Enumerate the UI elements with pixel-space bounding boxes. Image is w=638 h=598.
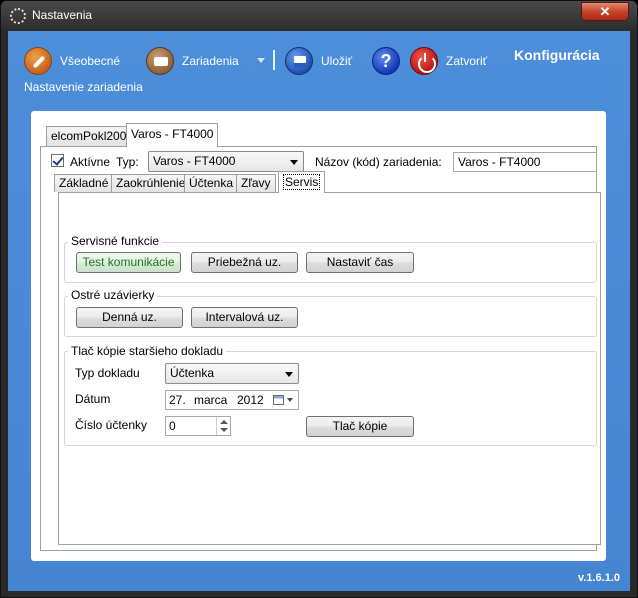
version-label: v.1.6.1.0	[578, 572, 620, 584]
copy-print-title: Tlač kópie staršieho dokladu	[68, 344, 227, 358]
general-button[interactable]: Všeobecné	[24, 45, 120, 77]
window-title: Nastavenia	[32, 8, 93, 22]
tab-service[interactable]: Servis	[278, 171, 326, 193]
doc-type-select-value: Účtenka	[170, 366, 215, 380]
device-name-label: Názov (kód) zariadenia:	[315, 155, 442, 169]
tab-device-elcompokl200[interactable]: elcomPokl200	[46, 126, 132, 146]
calendar-dropdown-icon[interactable]	[287, 398, 293, 402]
wrench-icon	[24, 47, 52, 75]
chevron-down-icon	[285, 372, 293, 377]
type-select[interactable]: Varos - FT4000	[148, 151, 304, 172]
type-select-value: Varos - FT4000	[153, 154, 236, 168]
doc-type-label: Typ dokladu	[75, 366, 140, 380]
running-report-button[interactable]: Priebežná uz.	[191, 252, 298, 273]
tab-rounding[interactable]: Zaokrúhlenie	[111, 174, 191, 192]
tab-receipt[interactable]: Účtenka	[184, 174, 239, 192]
closures-title: Ostré uzávierky	[68, 288, 158, 302]
app-icon	[10, 8, 26, 24]
device-name-input[interactable]: Varos - FT4000	[453, 152, 597, 172]
up-down-arrows-icon[interactable]	[216, 417, 230, 435]
title-bar[interactable]: Nastavenia ✕	[1, 1, 637, 31]
set-time-button[interactable]: Nastaviť čas	[306, 252, 414, 273]
close-app-label: Zatvoriť	[446, 54, 488, 68]
tab-service-label: Servis	[283, 174, 321, 190]
general-label: Všeobecné	[60, 54, 121, 68]
date-year[interactable]: 2012	[237, 391, 264, 409]
calendar-icon[interactable]	[273, 395, 284, 405]
devices-dropdown-icon[interactable]	[257, 58, 265, 63]
printer-icon	[146, 47, 174, 75]
daily-closure-button[interactable]: Denná uz.	[76, 307, 183, 328]
receipt-number-value[interactable]: 0	[169, 419, 176, 433]
service-functions-title: Servisné funkcie	[68, 234, 163, 248]
close-app-button[interactable]: Zatvoriť	[410, 45, 487, 77]
active-checkbox[interactable]	[51, 154, 64, 167]
save-button[interactable]: Uložiť	[285, 45, 352, 77]
window-close-button[interactable]: ✕	[581, 2, 629, 21]
power-icon	[410, 47, 438, 75]
tab-basic[interactable]: Základné	[54, 174, 114, 192]
test-communication-button[interactable]: Test komunikácie	[76, 252, 181, 273]
interval-closure-button[interactable]: Intervalová uz.	[191, 307, 298, 328]
date-day[interactable]: 27.	[169, 391, 186, 409]
tab-device-varos[interactable]: Varos - FT4000	[126, 123, 219, 147]
save-label: Uložiť	[321, 54, 353, 68]
main-frame: Všeobecné Zariadenia Uložiť ? Zatvoriť K…	[8, 31, 630, 591]
brand-title: Konfigurácia	[514, 47, 600, 63]
page-subtitle: Nastavenie zariadenia	[24, 80, 143, 94]
content-panel: elcomPokl200 Varos - FT4000 Aktívne Typ:…	[31, 111, 606, 561]
doc-type-select[interactable]: Účtenka	[165, 363, 299, 384]
devices-button[interactable]: Zariadenia	[146, 45, 239, 77]
date-month[interactable]: marca	[194, 391, 227, 409]
active-label: Aktívne	[70, 155, 111, 169]
receipt-number-label: Číslo účtenky	[75, 418, 148, 432]
floppy-disk-icon	[285, 47, 313, 75]
tab-discounts[interactable]: Zľavy	[236, 174, 276, 192]
chevron-down-icon	[290, 160, 298, 165]
settings-window: Nastavenia ✕ Všeobecné Zariadenia Uložiť…	[0, 0, 638, 598]
receipt-number-stepper[interactable]: 0	[165, 416, 231, 436]
toolbar-separator	[273, 50, 275, 70]
help-button[interactable]: ?	[372, 45, 400, 77]
devices-label: Zariadenia	[182, 54, 239, 68]
print-copy-button[interactable]: Tlač kópie	[306, 416, 414, 437]
date-picker[interactable]: 27. marca 2012	[165, 390, 299, 410]
help-icon: ?	[372, 47, 400, 75]
date-label: Dátum	[75, 392, 111, 406]
type-label: Typ:	[116, 155, 139, 169]
